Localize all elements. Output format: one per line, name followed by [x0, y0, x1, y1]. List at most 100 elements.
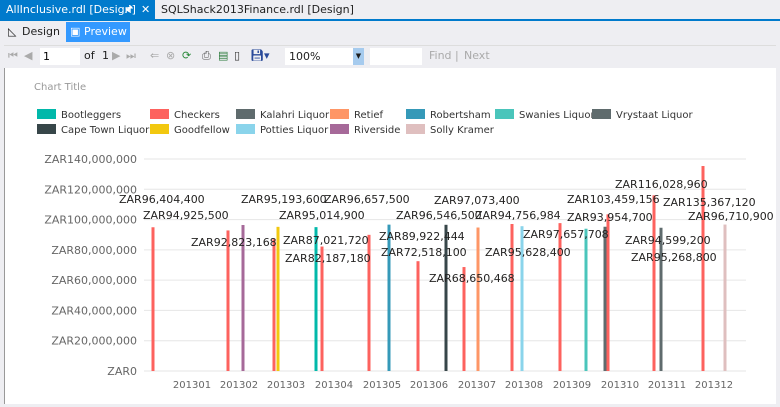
refresh-icon[interactable]: ⟳: [182, 49, 191, 62]
legend: Bootleggers Checkers Kalahri Liquor Retief R…: [37, 109, 694, 136]
bar[interactable]: [476, 227, 480, 371]
bar[interactable]: [226, 230, 230, 371]
chart-title: Chart Title: [34, 82, 86, 93]
preview-tab[interactable]: ▣ Preview: [66, 22, 130, 42]
legend-swatch: [330, 124, 349, 134]
export-icon[interactable]: 💾︎▾: [250, 49, 270, 62]
x-tick-label: 201305: [363, 380, 401, 391]
data-label: ZAR94,599,200: [625, 234, 711, 247]
data-label: ZAR96,710,900: [688, 210, 774, 223]
x-tick-label: 201311: [648, 380, 686, 391]
legend-label: Riverside: [354, 125, 400, 136]
bar[interactable]: [320, 246, 324, 371]
design-icon: ◺: [8, 25, 17, 38]
y-tick-label: ZAR100,000,000: [44, 214, 137, 227]
data-label: ZAR116,028,960: [615, 178, 708, 191]
y-tick-label: ZAR20,000,000: [51, 335, 137, 348]
legend-label: Goodfellow: [174, 125, 230, 136]
x-tick-label: 201303: [267, 380, 305, 391]
bar[interactable]: [652, 195, 656, 371]
data-label: ZAR82,187,180: [285, 252, 371, 265]
data-label: ZAR89,922,444: [379, 230, 465, 243]
close-icon[interactable]: ✕: [141, 0, 150, 19]
design-tab[interactable]: ◺ Design: [4, 22, 64, 42]
legend-label: Swanies Liquor: [519, 110, 595, 121]
next-button[interactable]: Next: [464, 49, 490, 62]
zoom-select[interactable]: 100%: [285, 48, 357, 65]
of-label: of: [84, 49, 95, 62]
next-page-icon[interactable]: ▶: [112, 49, 120, 62]
legend-swatch: [236, 124, 255, 134]
data-label: ZAR96,546,500: [396, 209, 482, 222]
legend-label: Robertsham: [430, 110, 491, 121]
data-label: ZAR95,628,400: [485, 246, 571, 259]
legend-swatch: [236, 109, 255, 119]
y-tick-label: ZAR40,000,000: [51, 304, 137, 317]
print-icon[interactable]: ⎙: [202, 49, 211, 63]
back-icon[interactable]: ⇐: [150, 49, 159, 62]
pin-icon[interactable]: 🖈︎: [124, 0, 133, 19]
data-label: ZAR95,014,900: [279, 209, 365, 222]
bar[interactable]: [314, 227, 318, 371]
x-tick-label: 201301: [173, 380, 211, 391]
chevron-down-icon[interactable]: ▼: [353, 48, 364, 65]
find-input[interactable]: [370, 48, 422, 65]
legend-label: Potties Liquor: [260, 125, 329, 136]
x-tick-label: 201309: [553, 380, 591, 391]
previous-page-icon[interactable]: ◀: [24, 49, 32, 62]
data-label: ZAR103,459,156: [567, 193, 660, 206]
data-label: ZAR87,021,720: [283, 234, 369, 247]
x-tick-label: 201308: [505, 380, 543, 391]
legend-swatch: [37, 109, 56, 119]
x-tick-label: 201312: [695, 380, 733, 391]
data-label: ZAR94,925,500: [143, 209, 229, 222]
first-page-icon[interactable]: ⏮: [8, 49, 18, 63]
legend-swatch: [406, 109, 425, 119]
data-label: ZAR97,657,708: [523, 228, 609, 241]
bar[interactable]: [151, 227, 155, 371]
data-label: ZAR135,367,120: [663, 196, 756, 209]
bar[interactable]: [659, 227, 663, 371]
x-tick-label: 201310: [601, 380, 639, 391]
data-label: ZAR68,650,468: [429, 272, 515, 285]
column-chart: Chart Title Bootleggers Checkers Kalahri L…: [34, 82, 774, 391]
y-tick-label: ZAR0: [107, 365, 137, 378]
data-label: ZAR93,954,700: [567, 211, 653, 224]
legend-label: Kalahri Liquor: [260, 110, 330, 121]
legend-label: Retief: [354, 110, 384, 121]
legend-swatch: [592, 109, 611, 119]
bar[interactable]: [584, 228, 588, 371]
page-setup-icon[interactable]: ▯: [234, 49, 240, 62]
y-tick-label: ZAR140,000,000: [44, 153, 137, 166]
stop-icon[interactable]: ⊗: [166, 49, 175, 62]
page-number-input[interactable]: [40, 48, 80, 65]
x-tick-label: 201307: [458, 380, 496, 391]
legend-label: Solly Kramer: [430, 125, 495, 136]
find-button[interactable]: Find: [429, 49, 452, 62]
data-label: ZAR72,518,100: [381, 246, 467, 259]
x-tick-label: 201306: [410, 380, 448, 391]
legend-swatch: [406, 124, 425, 134]
data-label: ZAR92,823,168: [191, 236, 277, 249]
last-page-icon[interactable]: ⏭: [126, 49, 136, 63]
tab-sqlshack2013finance[interactable]: SQLShack2013Finance.rdl [Design]: [155, 0, 360, 19]
bar[interactable]: [723, 224, 727, 371]
legend-swatch: [330, 109, 349, 119]
bar[interactable]: [603, 226, 607, 371]
report-canvas: Chart Title Bootleggers Checkers Kalahri L…: [4, 68, 776, 404]
data-label: ZAR97,073,400: [434, 194, 520, 207]
bar[interactable]: [276, 226, 280, 371]
separator: |: [455, 49, 459, 62]
data-label: ZAR96,657,500: [324, 193, 410, 206]
legend-label: Vrystaat Liquor: [616, 110, 694, 121]
legend-swatch: [150, 124, 169, 134]
print-layout-icon[interactable]: ▤: [218, 49, 228, 62]
legend-label: Checkers: [174, 110, 220, 121]
preview-icon: ▣: [70, 25, 81, 38]
tab-allinclusive[interactable]: AllInclusive.rdl [Design] 🖈︎ ✕: [0, 0, 155, 19]
bar[interactable]: [272, 239, 276, 371]
tab-label: SQLShack2013Finance.rdl [Design]: [161, 3, 354, 16]
bar[interactable]: [416, 261, 420, 371]
legend-label: Bootleggers: [61, 110, 121, 121]
data-label: ZAR96,404,400: [119, 193, 205, 206]
